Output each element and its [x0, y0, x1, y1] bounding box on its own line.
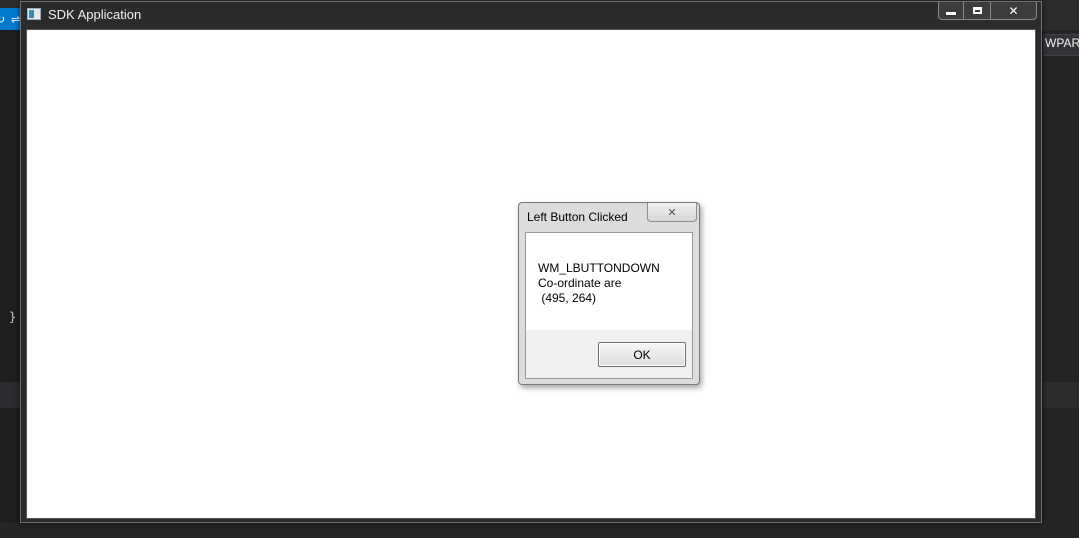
ide-status-strip: [0, 522, 1079, 538]
close-icon: ✕: [667, 205, 677, 219]
maximize-icon: [972, 7, 982, 14]
ide-right-panel: [1043, 30, 1079, 538]
maximize-button[interactable]: [964, 2, 991, 20]
ide-left-separator: [0, 382, 22, 408]
ide-right-separator: [1043, 382, 1079, 408]
minimize-button[interactable]: [938, 2, 964, 20]
window-titlebar[interactable]: SDK Application ✕: [21, 2, 1041, 29]
caption-buttons: ✕: [938, 2, 1037, 21]
ide-left-editor: [0, 30, 22, 538]
message-box-title: Left Button Clicked: [527, 210, 628, 224]
message-area: WM_LBUTTONDOWN Co-ordinate are (495, 264…: [526, 233, 692, 330]
message-box-close-button[interactable]: ✕: [647, 203, 697, 222]
close-button[interactable]: ✕: [991, 2, 1037, 20]
ide-right-header-text: WPARA: [1045, 36, 1079, 50]
minimize-icon: [946, 12, 956, 15]
code-brace: }: [9, 310, 17, 324]
message-text: WM_LBUTTONDOWN Co-ordinate are (495, 264…: [538, 261, 660, 305]
close-icon: ✕: [1008, 3, 1019, 18]
refresh-icon: ↻: [0, 13, 6, 26]
window-title: SDK Application: [48, 7, 142, 22]
ok-button[interactable]: OK: [598, 342, 686, 367]
message-box-body: WM_LBUTTONDOWN Co-ordinate are (495, 264…: [525, 232, 693, 379]
app-window-icon[interactable]: [27, 8, 41, 20]
message-box: Left Button Clicked ✕ WM_LBUTTONDOWN Co-…: [518, 202, 700, 385]
sync-icon: ⇌: [11, 13, 21, 26]
